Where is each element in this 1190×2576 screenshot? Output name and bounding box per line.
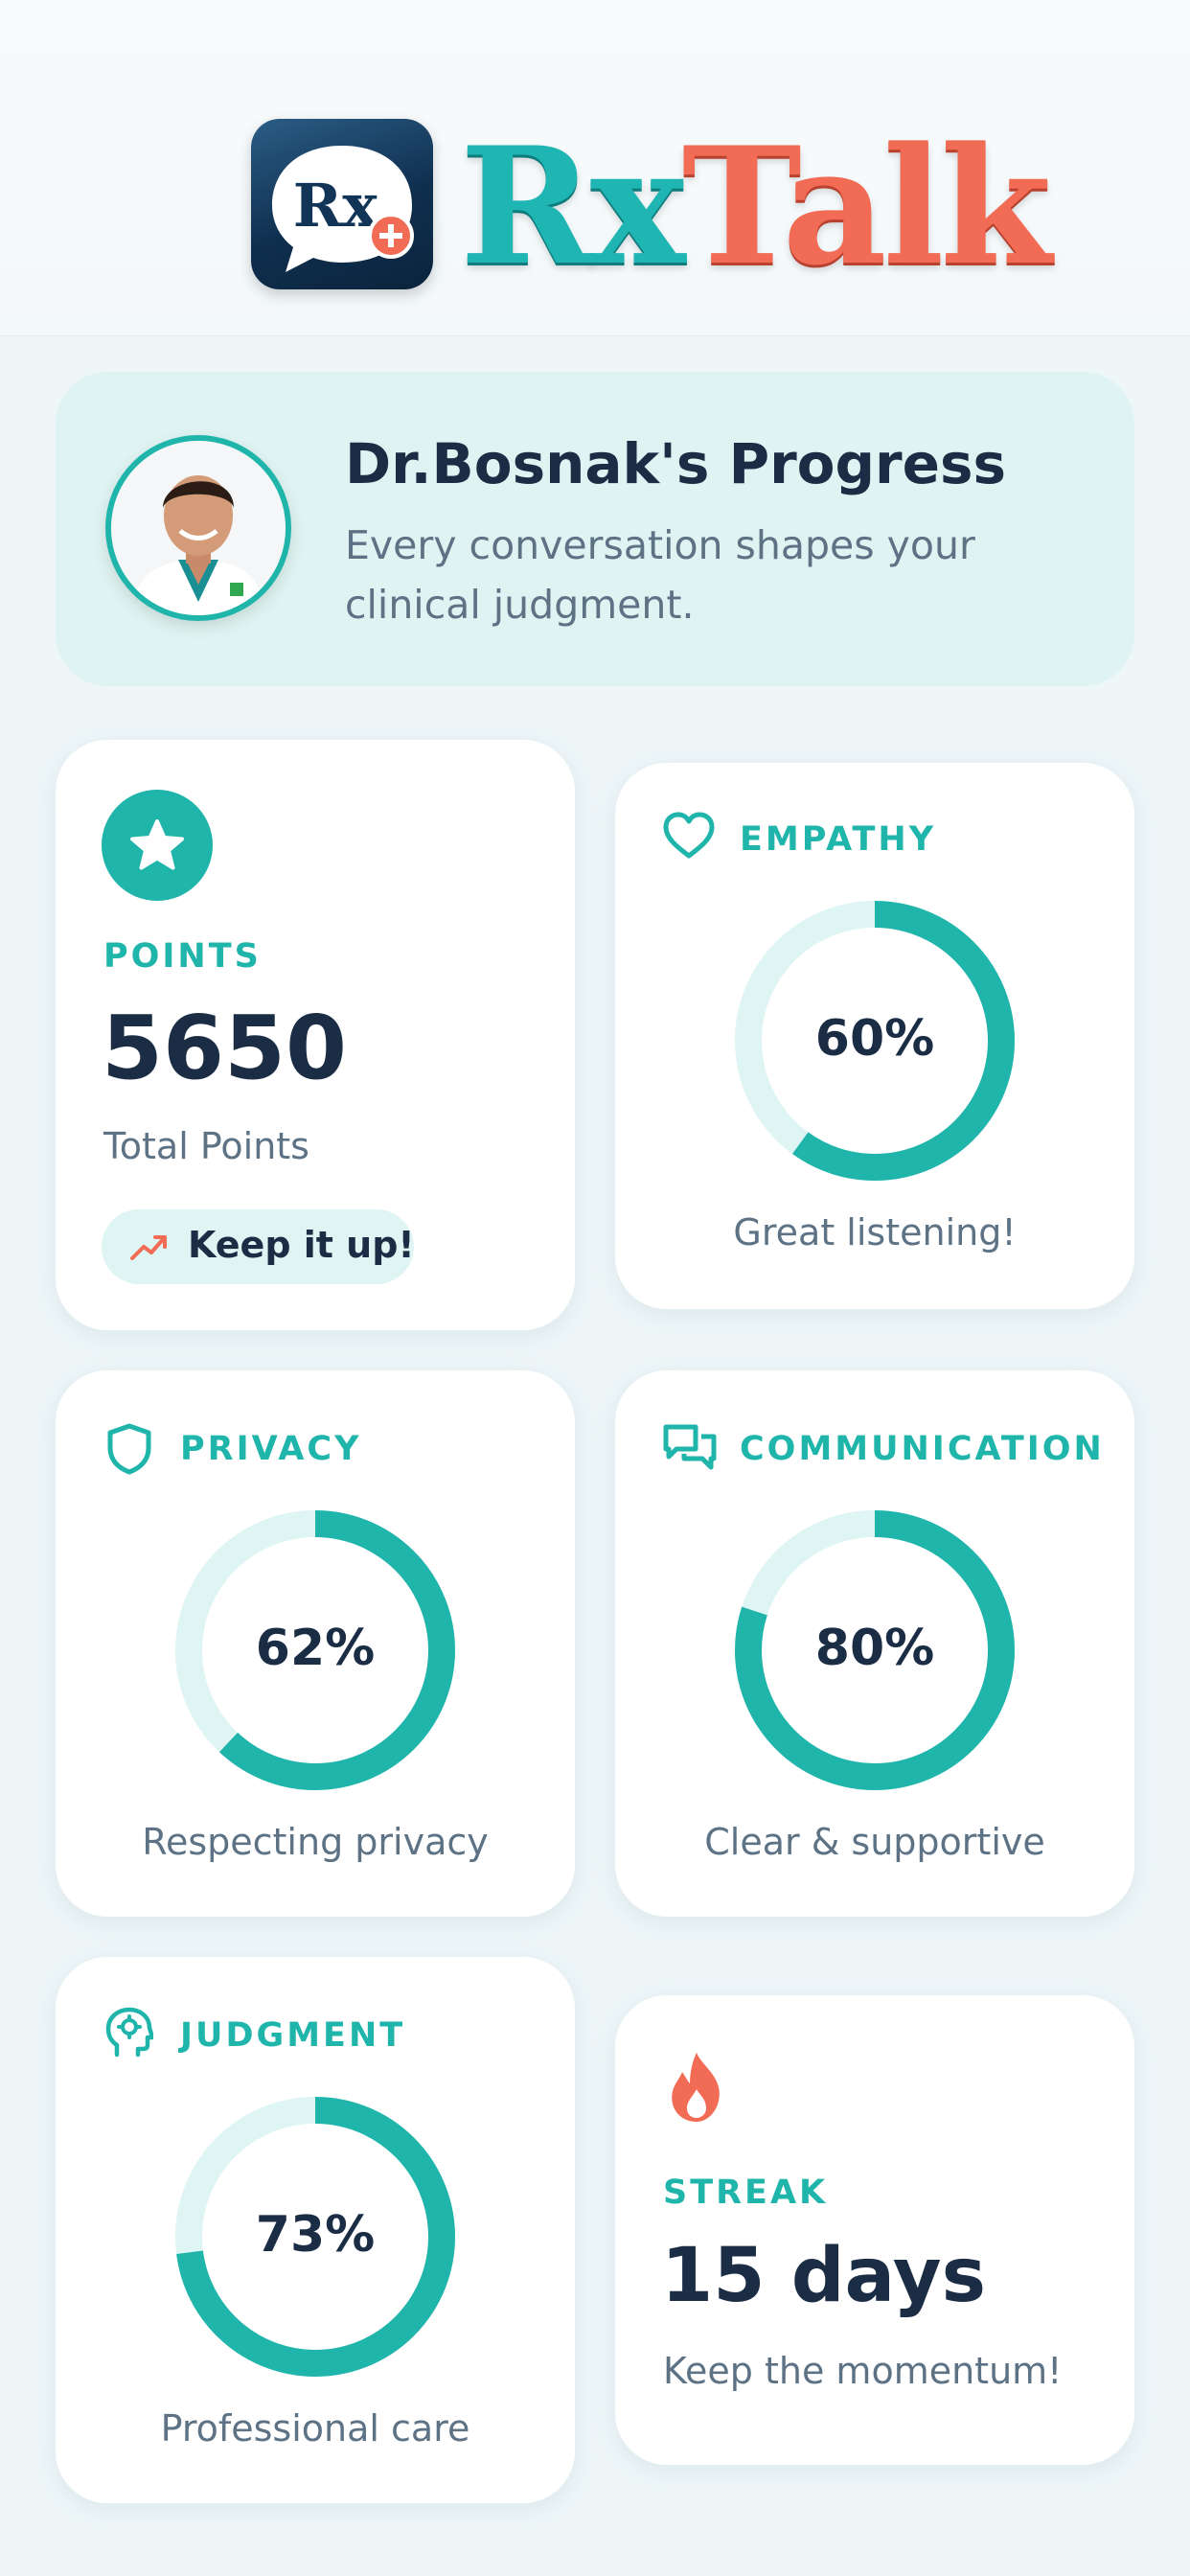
keep-it-up-badge: Keep it up! (102, 1209, 415, 1284)
streak-card[interactable]: STREAK 15 days Keep the momentum! (615, 1995, 1134, 2465)
judgment-caption: Professional care (160, 2407, 470, 2450)
chat-icon (663, 1424, 717, 1470)
privacy-caption: Respecting privacy (142, 1821, 489, 1863)
profile-card: Dr.Bosnak's Progress Every conversation … (56, 372, 1134, 686)
shield-icon (107, 1423, 151, 1475)
keep-it-up-text: Keep it up! (188, 1224, 415, 1266)
judgment-card[interactable]: JUDGMENT 73% Professional care (56, 1957, 575, 2503)
communication-percent: 80% (814, 1620, 935, 1677)
points-label: POINTS (103, 937, 262, 976)
privacy-card[interactable]: PRIVACY 62% Respecting privacy (56, 1370, 575, 1917)
app-header: Rx RxTalk (0, 0, 1190, 336)
rxtalk-logo-mark: Rx (251, 119, 433, 289)
streak-caption: Keep the momentum! (663, 2350, 1063, 2392)
logo-mark-text: Rx (293, 171, 379, 241)
judgment-percent: 73% (255, 2206, 376, 2264)
avatar[interactable] (105, 435, 291, 621)
privacy-percent: 62% (255, 1620, 376, 1677)
streak-value: 15 days (661, 2233, 987, 2319)
empathy-caption: Great listening! (733, 1211, 1017, 1254)
flame-icon (672, 2053, 720, 2122)
communication-progress-ring: 80% (731, 1506, 1018, 1794)
privacy-progress-ring: 62% (172, 1506, 459, 1794)
communication-label: COMMUNICATION (740, 1430, 1105, 1468)
judgment-label: JUDGMENT (180, 2016, 406, 2055)
points-value: 5650 (102, 997, 348, 1099)
brain-head-icon (105, 2007, 153, 2058)
communication-caption: Clear & supportive (704, 1821, 1045, 1863)
rxtalk-logo-text: RxTalk (460, 115, 1052, 297)
empathy-card[interactable]: EMPATHY 60% Great listening! (615, 763, 1134, 1309)
profile-subtitle: Every conversation shapes your clinical … (345, 522, 975, 628)
empathy-percent: 60% (814, 1010, 935, 1068)
profile-title: Dr.Bosnak's Progress (345, 431, 1007, 496)
star-icon (102, 790, 213, 901)
trending-up-icon (130, 1235, 167, 1260)
streak-label: STREAK (663, 2174, 829, 2212)
privacy-label: PRIVACY (180, 1430, 362, 1468)
judgment-progress-ring: 73% (172, 2093, 459, 2380)
points-card[interactable]: POINTS 5650 Total Points Keep it up! (56, 740, 575, 1330)
logo-talk-text: Talk (681, 111, 1052, 301)
communication-card[interactable]: COMMUNICATION 80% Clear & supportive (615, 1370, 1134, 1917)
heart-icon (663, 812, 715, 859)
logo-rx-text: Rx (460, 111, 686, 301)
empathy-label: EMPATHY (740, 820, 937, 859)
empathy-progress-ring: 60% (731, 897, 1018, 1184)
points-caption: Total Points (103, 1125, 309, 1167)
doctor-avatar-image (111, 441, 286, 615)
